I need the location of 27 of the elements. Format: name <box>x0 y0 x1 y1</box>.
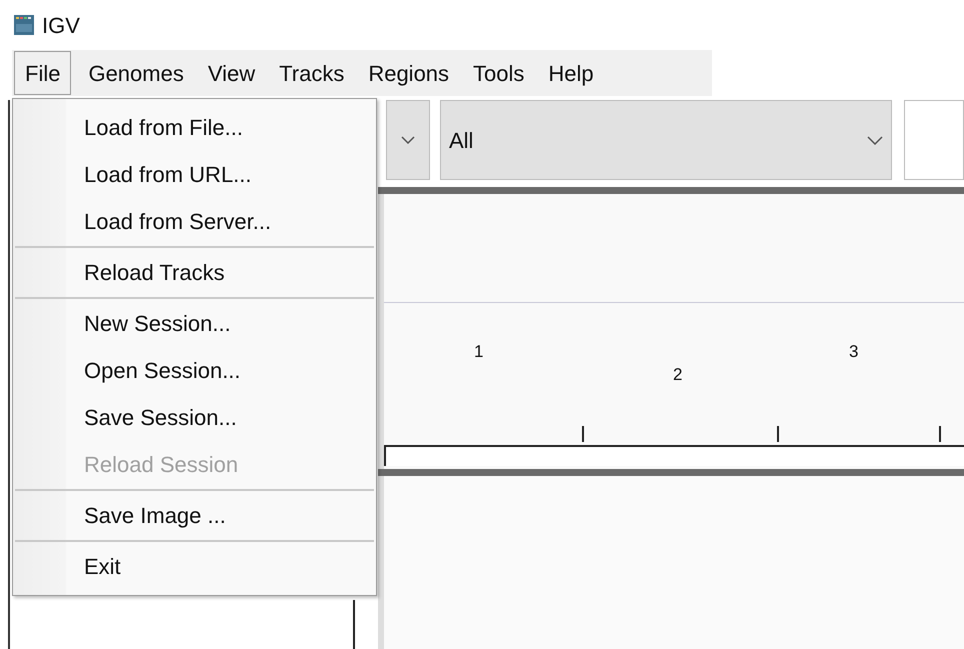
menu-item[interactable]: Regions <box>357 51 460 95</box>
menu-item[interactable]: Tools <box>462 51 536 95</box>
menu-item[interactable]: File <box>14 51 72 95</box>
app-icon <box>14 15 34 35</box>
menu-entry[interactable]: New Session... <box>13 300 376 347</box>
menu-entry[interactable]: Reload Tracks <box>13 249 376 296</box>
menu-item[interactable]: Help <box>537 51 605 95</box>
menu-entry[interactable]: Save Session... <box>13 394 376 441</box>
chevron-down-icon <box>401 136 415 144</box>
menu-entry[interactable]: Load from URL... <box>13 151 376 198</box>
menu-entry[interactable]: Load from File... <box>13 104 376 151</box>
menu-entry[interactable]: Save Image ... <box>13 492 376 539</box>
menu-entry[interactable]: Exit <box>13 543 376 590</box>
menu-item[interactable]: View <box>196 51 266 95</box>
menu-entry[interactable]: Load from Server... <box>13 198 376 245</box>
menu-item[interactable]: Genomes <box>77 51 195 95</box>
menu-entry[interactable]: Open Session... <box>13 347 376 394</box>
dropdown-value: All <box>449 126 474 154</box>
locus-field[interactable] <box>904 100 964 180</box>
ruler-label: 2 <box>673 364 682 386</box>
ruler-label: 3 <box>849 341 858 363</box>
menu-item[interactable]: Tracks <box>268 51 356 95</box>
genome-dropdown[interactable] <box>386 100 430 180</box>
ruler-label: 1 <box>474 341 484 363</box>
chromosome-dropdown[interactable]: All <box>440 100 892 180</box>
window-title: IGV <box>42 12 80 40</box>
chevron-down-icon <box>867 136 883 144</box>
